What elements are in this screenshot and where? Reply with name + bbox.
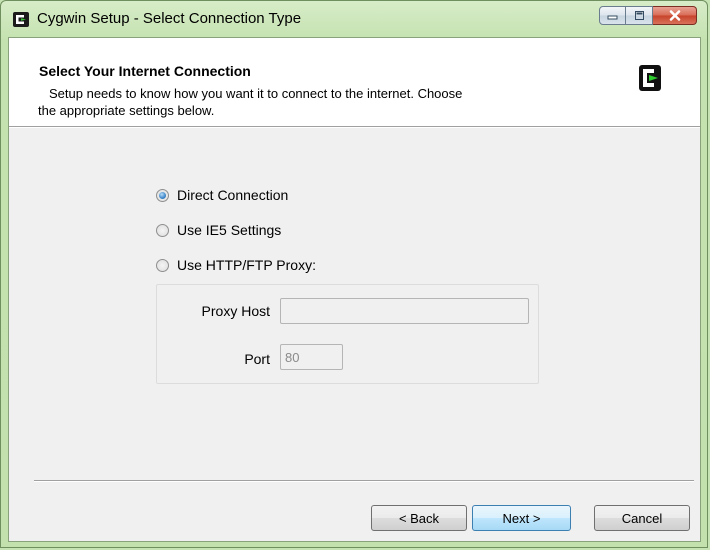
port-input[interactable] xyxy=(280,344,343,370)
header-divider xyxy=(9,126,700,128)
radio-label: Use HTTP/FTP Proxy: xyxy=(177,257,316,273)
radio-ie5-settings[interactable]: Use IE5 Settings xyxy=(156,221,281,239)
radio-label: Use IE5 Settings xyxy=(177,222,282,238)
radio-label: Direct Connection xyxy=(177,187,289,203)
cygwin-icon xyxy=(13,12,29,27)
page-description-line-2: the appropriate settings below. xyxy=(38,103,215,118)
close-icon xyxy=(669,10,680,21)
next-button[interactable]: Next > xyxy=(472,505,571,531)
maximize-button[interactable] xyxy=(626,6,653,25)
minimize-icon xyxy=(607,15,618,20)
proxy-host-label: Proxy Host xyxy=(201,303,270,319)
cygwin-logo xyxy=(639,65,661,91)
maximize-icon xyxy=(634,11,644,20)
caption-buttons xyxy=(599,6,697,26)
radio-http-ftp-proxy[interactable]: Use HTTP/FTP Proxy: xyxy=(156,256,316,274)
page-description: Setup needs to know how you want it to c… xyxy=(38,85,569,119)
title-bar[interactable]: Cygwin Setup - Select Connection Type xyxy=(1,1,707,37)
radio-button[interactable] xyxy=(156,188,169,202)
footer-divider xyxy=(34,480,694,482)
radio-button[interactable] xyxy=(156,258,169,272)
wizard-header: Select Your Internet Connection Setup ne… xyxy=(9,38,700,126)
back-button[interactable]: < Back xyxy=(371,505,467,531)
proxy-host-input[interactable] xyxy=(280,298,529,324)
close-button[interactable] xyxy=(653,6,697,25)
minimize-button[interactable] xyxy=(599,6,626,25)
radio-button[interactable] xyxy=(156,223,169,237)
port-label: Port xyxy=(244,351,270,367)
dialog-client-area: Select Your Internet Connection Setup ne… xyxy=(8,37,701,542)
window-title: Cygwin Setup - Select Connection Type xyxy=(37,10,302,27)
cancel-button[interactable]: Cancel xyxy=(594,505,690,531)
page-title: Select Your Internet Connection xyxy=(39,63,251,79)
setup-window: Cygwin Setup - Select Connection Type Se… xyxy=(0,0,708,548)
page-description-line-1: Setup needs to know how you want it to c… xyxy=(49,86,463,101)
radio-direct-connection[interactable]: Direct Connection xyxy=(156,186,288,204)
